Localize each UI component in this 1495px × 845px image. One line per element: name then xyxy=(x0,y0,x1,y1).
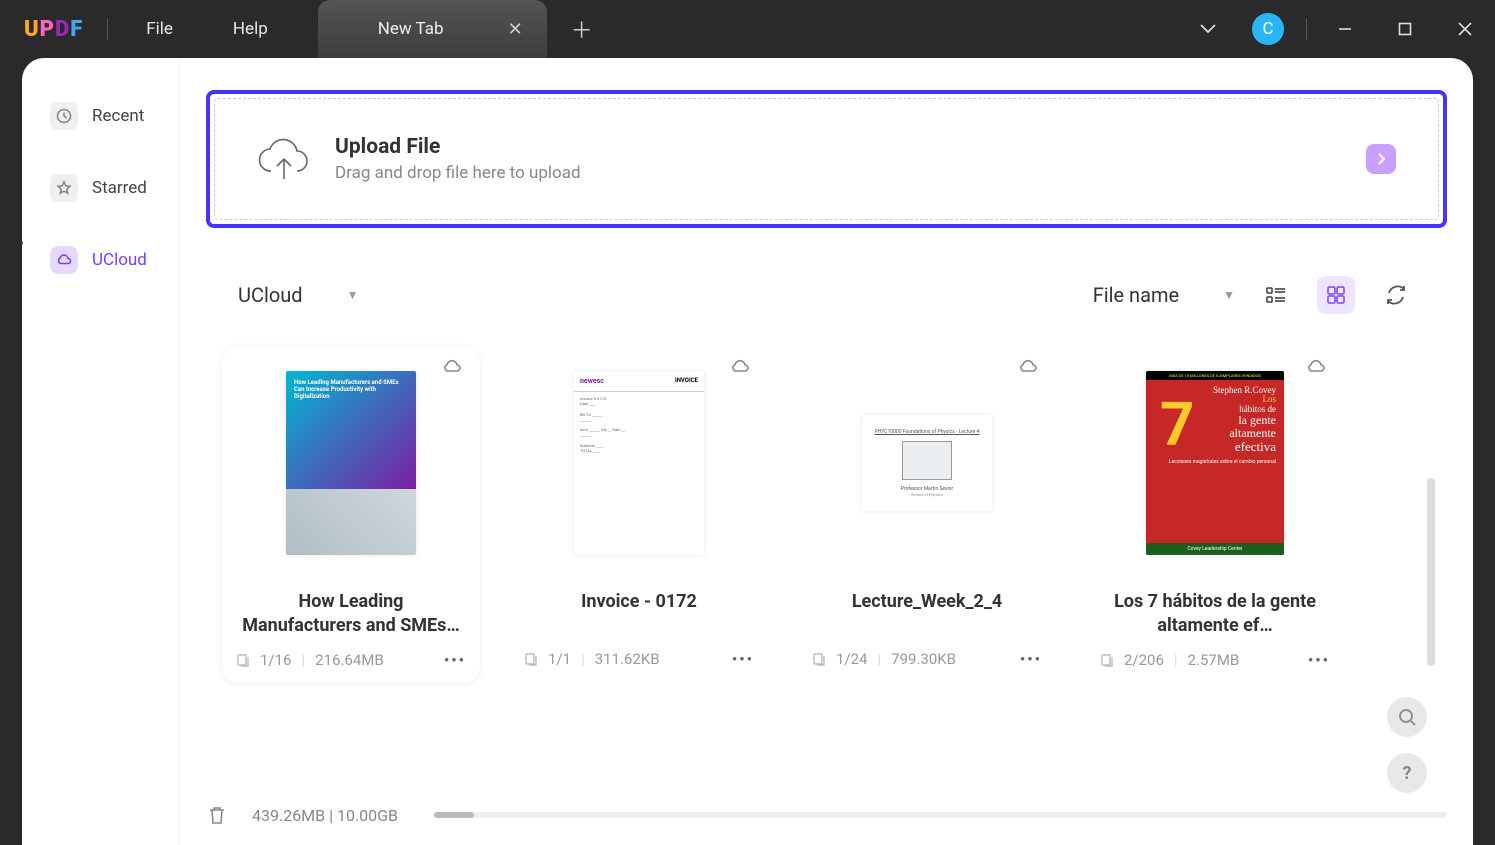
location-label: UCloud xyxy=(238,283,303,307)
more-button[interactable]: ••• xyxy=(732,650,754,668)
cloud-icon xyxy=(442,358,462,378)
file-size: 2.57MB xyxy=(1188,651,1240,669)
avatar[interactable]: C xyxy=(1252,13,1284,45)
file-pages: 1/24 xyxy=(836,650,867,668)
file-title: How Leading Manufacturers and SMEs… xyxy=(222,590,480,639)
more-button[interactable]: ••• xyxy=(1020,650,1042,668)
file-thumbnail: PHYC10000 Foundations of Physics - Lectu… xyxy=(862,415,992,511)
sort-dropdown[interactable]: File name ▼ xyxy=(1093,283,1235,307)
file-thumbnail: MÁS DE 15 MILLONES DE EJEMPLARES VENDIDO… xyxy=(1146,371,1284,555)
more-button[interactable]: ••• xyxy=(1308,651,1330,669)
new-tab-button[interactable]: ＋ xyxy=(547,13,617,45)
grid-view-button[interactable] xyxy=(1317,276,1355,314)
file-size: 216.64MB xyxy=(315,651,384,669)
cloud-icon xyxy=(1306,358,1326,378)
separator xyxy=(107,18,108,40)
more-button[interactable]: ••• xyxy=(444,651,466,669)
cloud-icon xyxy=(1018,358,1038,378)
refresh-button[interactable] xyxy=(1377,276,1415,314)
separator xyxy=(1306,18,1307,40)
sidebar-item-label: Starred xyxy=(92,178,147,198)
upload-dropzone[interactable]: Upload File Drag and drop file here to u… xyxy=(206,90,1447,228)
sidebar-item-label: Recent xyxy=(92,106,144,126)
file-pages: 1/16 xyxy=(260,651,291,669)
search-button[interactable] xyxy=(1387,697,1427,737)
cloud-icon xyxy=(730,358,750,378)
list-view-button[interactable] xyxy=(1257,276,1295,314)
maximize-button[interactable] xyxy=(1375,0,1435,58)
file-title: Lecture_Week_2_4 xyxy=(798,590,1056,638)
tab-new[interactable]: New Tab ✕ xyxy=(318,0,547,58)
pages-icon xyxy=(1100,653,1114,667)
main-content: Upload File Drag and drop file here to u… xyxy=(180,58,1473,845)
active-indicator xyxy=(22,240,23,246)
sidebar-item-ucloud[interactable]: UCloud xyxy=(34,238,167,282)
file-title: Invoice - 0172 xyxy=(510,590,768,638)
upload-title: Upload File xyxy=(335,135,581,159)
storage-meter xyxy=(434,812,1447,818)
file-grid: How Leading Manufacturers and SMEs Can I… xyxy=(222,346,1447,683)
caret-down-icon: ▼ xyxy=(347,288,359,302)
storage-bar: 439.26MB | 10.00GB xyxy=(206,785,1447,845)
sidebar-item-starred[interactable]: Starred xyxy=(34,166,167,210)
file-size: 311.62KB xyxy=(595,650,660,668)
file-card[interactable]: newescINVOICE Invoice # 0172Date ___Bill… xyxy=(510,346,768,683)
sidebar-item-recent[interactable]: Recent xyxy=(34,94,167,138)
scrollbar[interactable] xyxy=(1427,478,1435,666)
sidebar-item-label: UCloud xyxy=(92,250,147,270)
titlebar: UPDF File Help New Tab ✕ ＋ C xyxy=(0,0,1495,58)
caret-down-icon: ▼ xyxy=(1223,288,1235,302)
minimize-button[interactable] xyxy=(1315,0,1375,58)
expand-button[interactable] xyxy=(1366,144,1396,174)
help-button[interactable]: ? xyxy=(1387,753,1427,793)
file-thumbnail: newescINVOICE Invoice # 0172Date ___Bill… xyxy=(574,371,704,555)
file-card[interactable]: PHYC10000 Foundations of Physics - Lectu… xyxy=(798,346,1056,683)
file-size: 799.30KB xyxy=(891,650,956,668)
close-button[interactable] xyxy=(1435,0,1495,58)
app-logo: UPDF xyxy=(0,17,107,42)
menu-help[interactable]: Help xyxy=(203,1,298,57)
chevron-down-icon[interactable] xyxy=(1178,0,1238,58)
file-title: Los 7 hábitos de la gente altamente ef… xyxy=(1086,590,1344,639)
upload-subtitle: Drag and drop file here to upload xyxy=(335,163,581,183)
trash-icon[interactable] xyxy=(206,804,228,826)
storage-label: 439.26MB | 10.00GB xyxy=(252,806,398,825)
file-pages: 2/206 xyxy=(1124,651,1164,669)
location-dropdown[interactable]: UCloud ▼ xyxy=(238,283,358,307)
cloud-upload-icon xyxy=(257,135,311,183)
menu-file[interactable]: File xyxy=(116,1,203,57)
star-icon xyxy=(50,174,78,202)
cloud-icon xyxy=(50,246,78,274)
sidebar: Recent Starred UCloud xyxy=(22,58,180,845)
app-area: Recent Starred UCloud Upload File Drag a… xyxy=(22,58,1473,845)
file-pages: 1/1 xyxy=(548,650,571,668)
close-icon[interactable]: ✕ xyxy=(504,15,527,44)
cloud-toolbar: UCloud ▼ File name ▼ xyxy=(238,276,1415,314)
pages-icon xyxy=(236,653,250,667)
file-card[interactable]: MÁS DE 15 MILLONES DE EJEMPLARES VENDIDO… xyxy=(1086,346,1344,683)
file-card[interactable]: How Leading Manufacturers and SMEs Can I… xyxy=(222,346,480,683)
sort-label: File name xyxy=(1093,283,1179,307)
file-thumbnail: How Leading Manufacturers and SMEs Can I… xyxy=(286,371,416,555)
tab-label: New Tab xyxy=(338,19,444,39)
clock-icon xyxy=(50,102,78,130)
pages-icon xyxy=(812,652,826,666)
pages-icon xyxy=(524,652,538,666)
